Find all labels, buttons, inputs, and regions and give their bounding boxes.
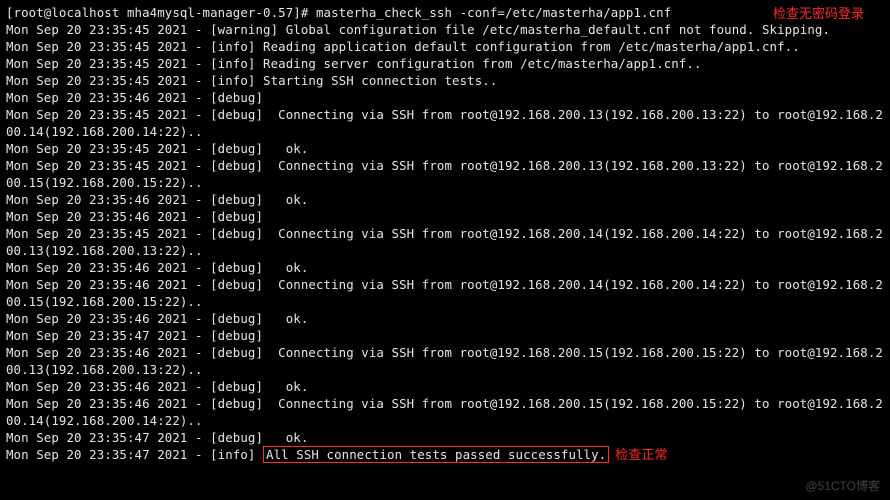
log-line: Mon Sep 20 23:35:46 2021 - [debug] Conne… <box>6 344 884 378</box>
log-line: Mon Sep 20 23:35:46 2021 - [debug] ok. <box>6 310 884 327</box>
watermark: @51CTO博客 <box>805 477 880 494</box>
log-line: Mon Sep 20 23:35:45 2021 - [info] Starti… <box>6 72 884 89</box>
log-line: Mon Sep 20 23:35:46 2021 - [debug] <box>6 208 884 225</box>
log-line: Mon Sep 20 23:35:45 2021 - [warning] Glo… <box>6 21 884 38</box>
final-line: Mon Sep 20 23:35:47 2021 - [info] All SS… <box>6 446 884 463</box>
success-highlight: All SSH connection tests passed successf… <box>263 446 609 463</box>
log-line: Mon Sep 20 23:35:47 2021 - [debug] ok. <box>6 429 884 446</box>
log-line: Mon Sep 20 23:35:47 2021 - [debug] <box>6 327 884 344</box>
log-line: Mon Sep 20 23:35:46 2021 - [debug] Conne… <box>6 395 884 429</box>
terminal-output[interactable]: [root@localhost mha4mysql-manager-0.57]#… <box>0 0 890 467</box>
log-line: Mon Sep 20 23:35:45 2021 - [debug] Conne… <box>6 225 884 259</box>
log-line: Mon Sep 20 23:35:45 2021 - [info] Readin… <box>6 55 884 72</box>
log-line: Mon Sep 20 23:35:46 2021 - [debug] ok. <box>6 191 884 208</box>
log-line: Mon Sep 20 23:35:45 2021 - [debug] ok. <box>6 140 884 157</box>
log-line: Mon Sep 20 23:35:46 2021 - [debug] ok. <box>6 378 884 395</box>
final-prefix: Mon Sep 20 23:35:47 2021 - [info] <box>6 447 263 462</box>
log-line: Mon Sep 20 23:35:45 2021 - [info] Readin… <box>6 38 884 55</box>
log-line: Mon Sep 20 23:35:46 2021 - [debug] ok. <box>6 259 884 276</box>
log-line: Mon Sep 20 23:35:46 2021 - [debug] <box>6 89 884 106</box>
shell-prompt-line: [root@localhost mha4mysql-manager-0.57]#… <box>6 4 884 21</box>
log-line: Mon Sep 20 23:35:46 2021 - [debug] Conne… <box>6 276 884 310</box>
log-line: Mon Sep 20 23:35:45 2021 - [debug] Conne… <box>6 157 884 191</box>
log-line: Mon Sep 20 23:35:45 2021 - [debug] Conne… <box>6 106 884 140</box>
annotation-bottom: 检查正常 <box>615 447 667 462</box>
